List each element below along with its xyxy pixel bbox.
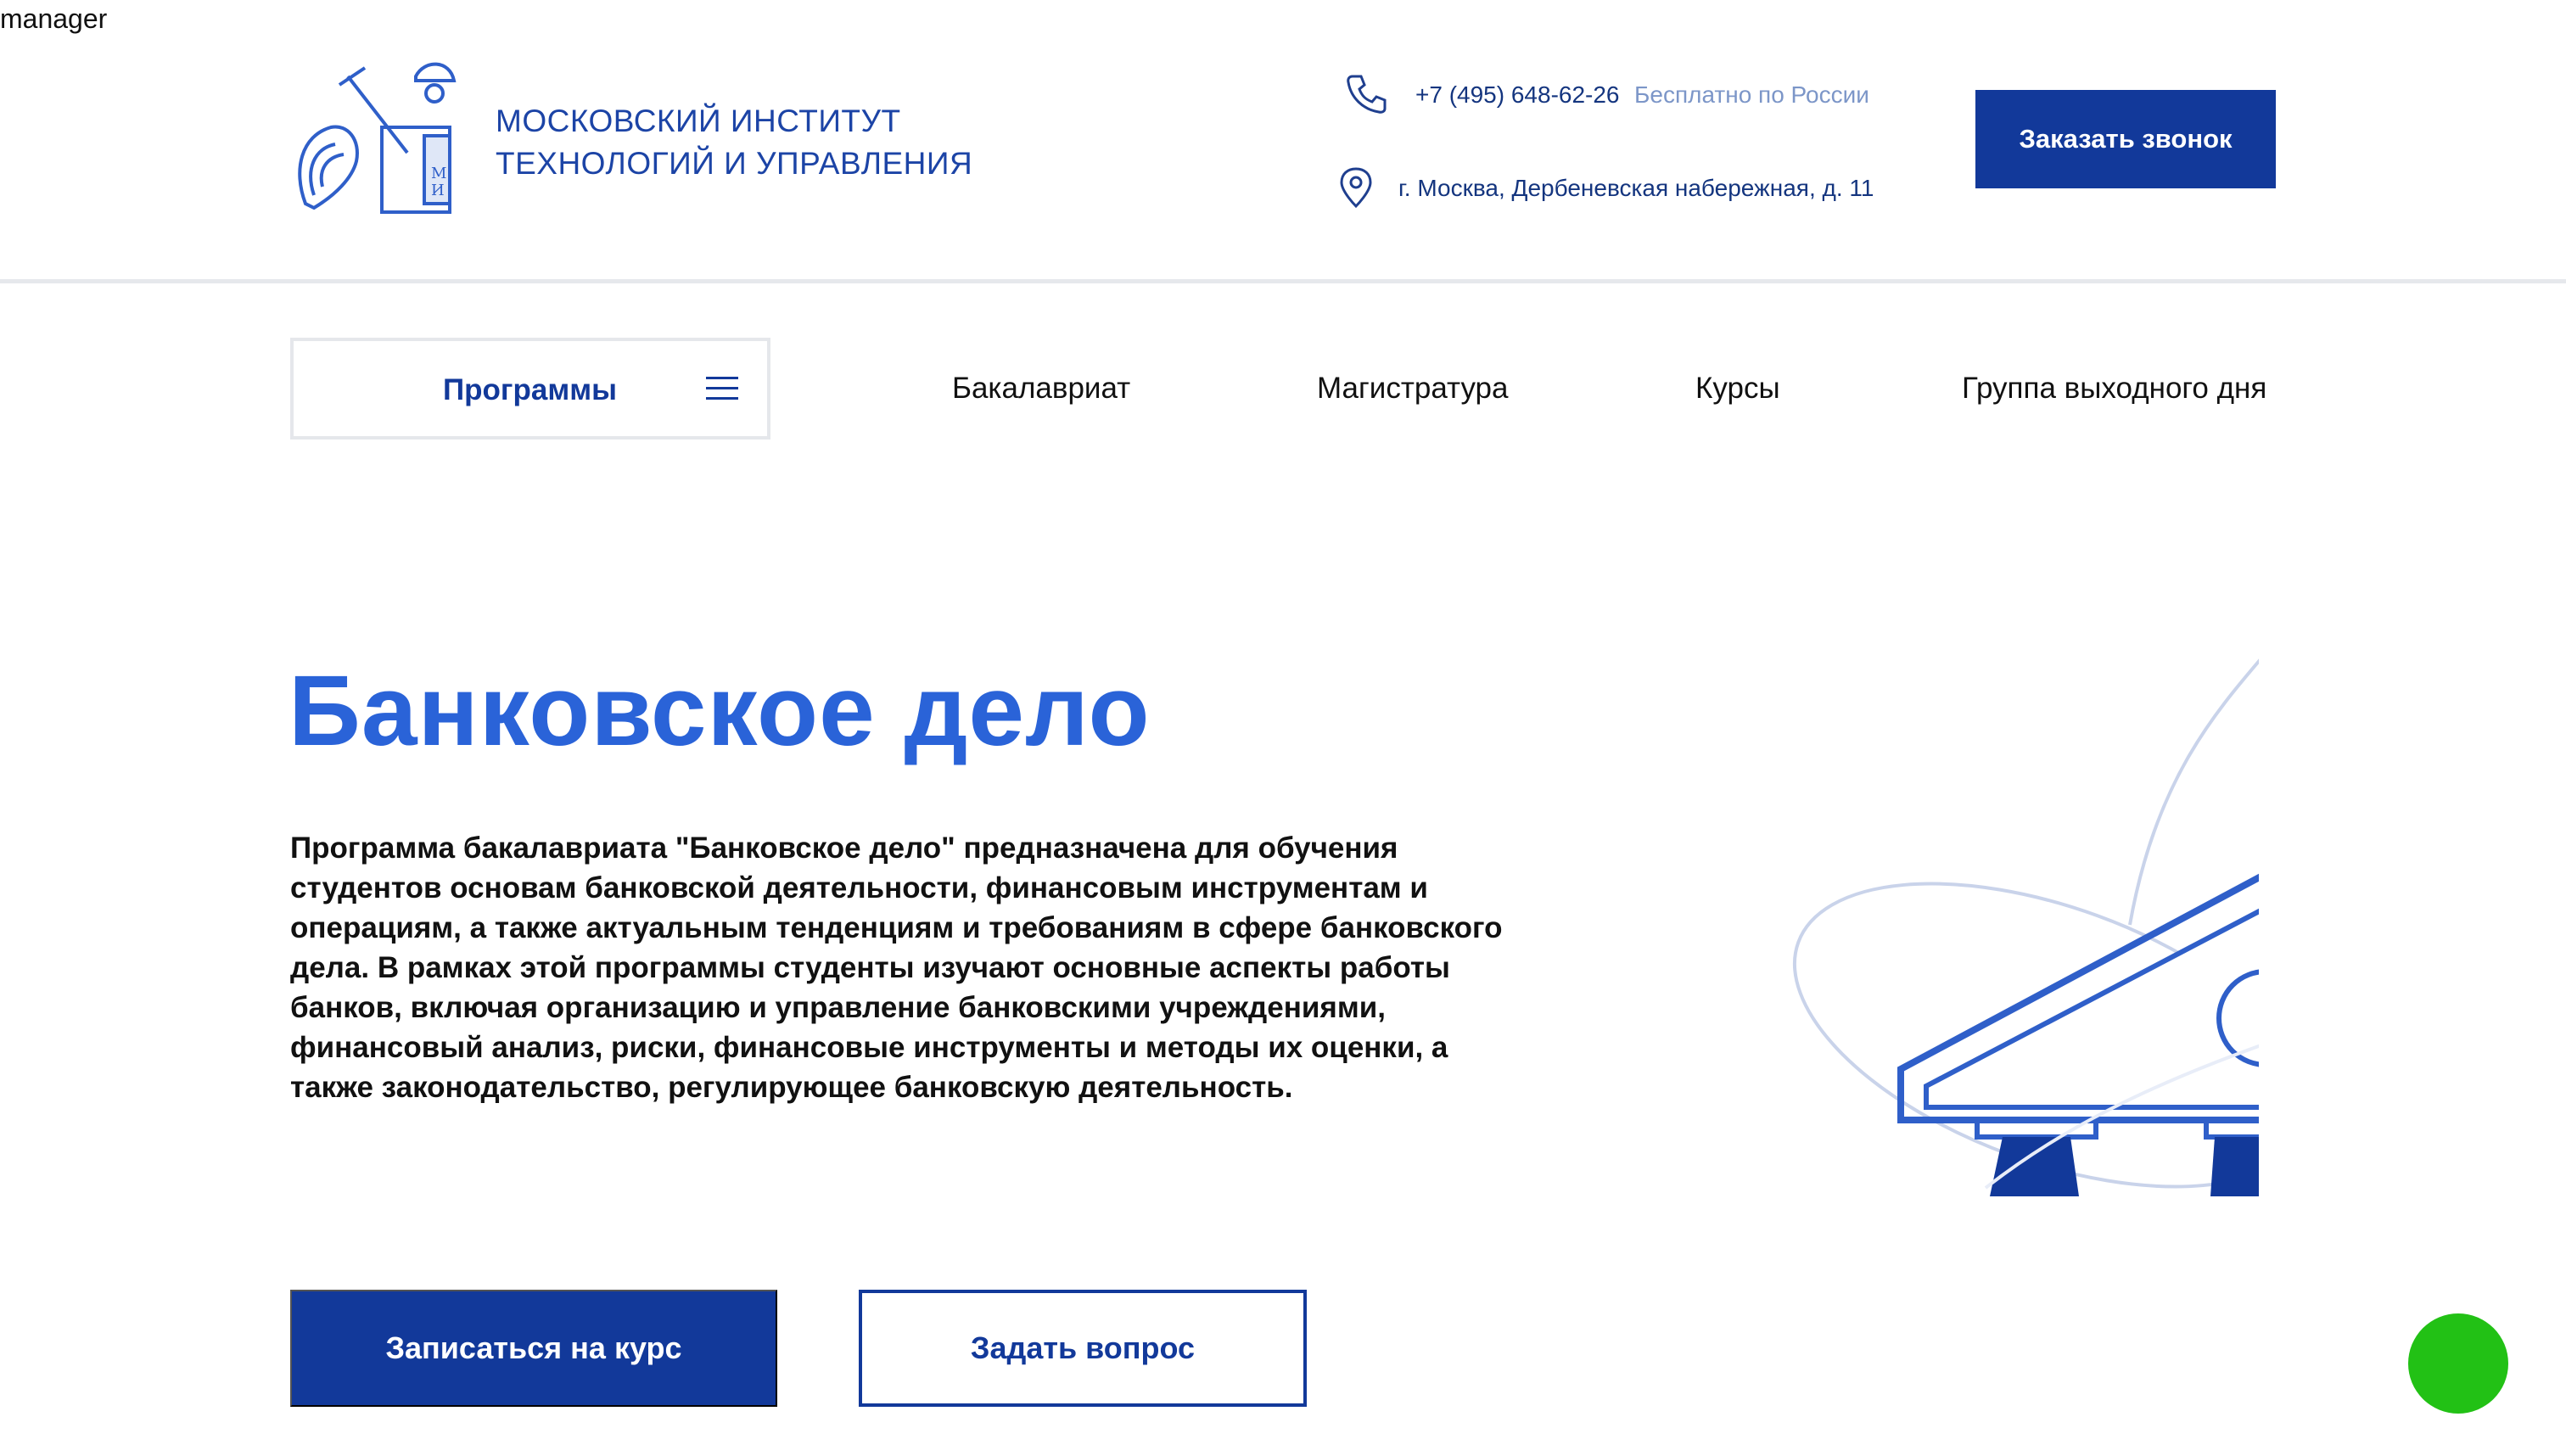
page-title: Банковское дело — [289, 655, 1151, 767]
ask-question-button[interactable]: Задать вопрос — [859, 1290, 1307, 1407]
programs-menu-button[interactable]: Программы — [290, 338, 770, 440]
bank-building-illustration-icon — [1792, 658, 2259, 1196]
enroll-course-button[interactable]: Записаться на курс — [290, 1290, 777, 1407]
svg-text:И: И — [431, 182, 445, 199]
institute-logo-icon[interactable]: М И — [289, 59, 458, 221]
phone-icon — [1347, 75, 1387, 114]
address-text: г. Москва, Дербеневская набережная, д. 1… — [1398, 175, 1874, 201]
nav-item-bachelor[interactable]: Бакалавриат — [952, 372, 1130, 406]
nav-item-courses[interactable]: Курсы — [1695, 372, 1780, 406]
nav-item-master[interactable]: Магистратура — [1317, 372, 1508, 406]
nav-item-weekend-group[interactable]: Группа выходного дня — [1962, 372, 2266, 406]
order-call-button[interactable]: Заказать звонок — [1975, 90, 2276, 188]
chat-widget-button[interactable] — [2408, 1313, 2508, 1414]
phone-number-link[interactable]: +7 (495) 648-62-26 — [1415, 81, 1620, 109]
program-description: Программа бакалавриата "Банковское дело"… — [290, 832, 1503, 1104]
programs-label: Программы — [443, 373, 618, 406]
hamburger-menu-icon — [706, 377, 738, 400]
institute-name[interactable]: МОСКОВСКИЙ ИНСТИТУТ ТЕХНОЛОГИЙ И УПРАВЛЕ… — [496, 100, 972, 185]
institute-name-line1: МОСКОВСКИЙ ИНСТИТУТ — [496, 104, 901, 138]
site-header: М И МОСКОВСКИЙ ИНСТИТУТ ТЕХНОЛОГИЙ И УПР… — [0, 0, 2566, 283]
phone-free-note: Бесплатно по России — [1634, 81, 1869, 108]
institute-name-line2: ТЕХНОЛОГИЙ И УПРАВЛЕНИЯ — [496, 146, 973, 181]
location-pin-icon — [1340, 167, 1372, 209]
svg-text:М: М — [431, 165, 446, 182]
